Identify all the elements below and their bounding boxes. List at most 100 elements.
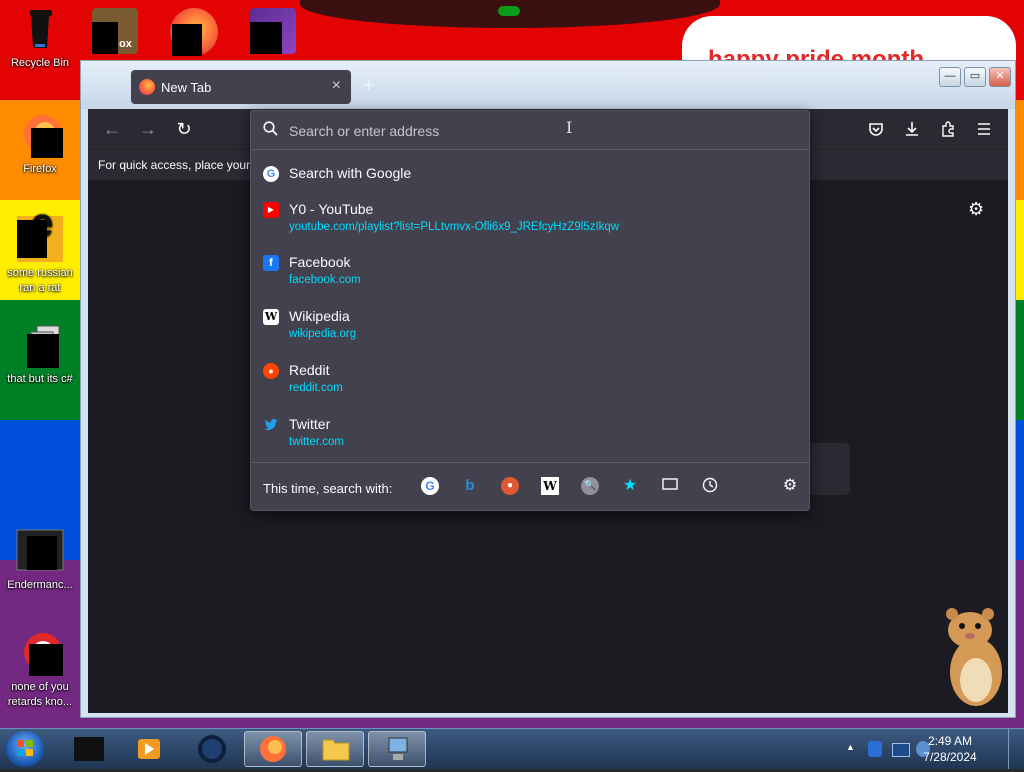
pocket-button[interactable] [864, 117, 888, 141]
history-icon[interactable] [701, 477, 719, 495]
clock[interactable]: 2:49 AM 7/28/2024 [920, 733, 980, 765]
start-button[interactable] [6, 731, 44, 767]
one-off-search-bar: This time, search with: G b ● W 🔍 ★ ⚙ [251, 462, 809, 511]
taskbar-app-recycle[interactable] [60, 731, 118, 767]
result-wikipedia[interactable]: W Wikipedia wikipedia.org [251, 308, 809, 347]
back-button[interactable]: ← [100, 117, 124, 141]
maximize-button[interactable]: ▭ [964, 67, 986, 87]
globe-icon [198, 735, 226, 763]
desktop-icon-none-of-you[interactable]: none of you retards kno... [0, 630, 80, 710]
result-facebook[interactable]: f Facebook facebook.com [251, 254, 809, 293]
show-hidden-icons-button[interactable]: ▲ [846, 742, 855, 752]
black-box-icon [74, 737, 104, 761]
firefox-icon [17, 112, 63, 158]
result-title: Wikipedia [289, 308, 350, 324]
wikipedia-icon[interactable]: W [541, 477, 559, 495]
taskbar-app-explorer[interactable] [306, 731, 364, 767]
taskbar-app-firefox[interactable] [244, 731, 302, 767]
desktop-icon-label: none of you retards kno... [7, 681, 73, 708]
opera-icon [17, 630, 63, 676]
desktop-icon-firefox[interactable]: Firefox [0, 112, 80, 177]
redaction-box [29, 644, 63, 676]
firefox-icon [139, 79, 155, 95]
downloads-button[interactable] [900, 117, 924, 141]
duckduckgo-icon[interactable]: ● [501, 477, 519, 495]
result-reddit[interactable]: ● Reddit reddit.com [251, 362, 809, 401]
computer-icon [388, 737, 408, 760]
redaction-box [92, 22, 118, 54]
facebook-icon: f [263, 255, 279, 271]
desktop-icon-partial-label: ox [119, 38, 132, 50]
result-twitter[interactable]: Twitter twitter.com [251, 416, 809, 455]
desktop-icon-hamster-app[interactable]: ox [92, 8, 138, 54]
result-search-google[interactable]: G Search with Google [251, 165, 809, 190]
tabs-icon[interactable] [661, 477, 679, 495]
one-off-search-label: This time, search with: [263, 481, 393, 496]
pocket-icon [869, 123, 883, 136]
window-caption-buttons: — ▭ ✕ [939, 67, 1011, 87]
tray-app-icon[interactable] [868, 741, 882, 757]
title-bar[interactable]: New Tab × + — ▭ ✕ [81, 61, 1015, 109]
result-url: facebook.com [289, 274, 361, 286]
desktop-icon-label: some russian ran a rat [7, 267, 73, 294]
newtab-tile[interactable] [808, 443, 850, 495]
new-tab-button[interactable]: + [363, 75, 375, 98]
desktop-icon-label: Firefox [23, 163, 57, 175]
windows-logo-icon [17, 740, 33, 756]
youtube-icon: ▶ [263, 202, 279, 218]
redaction-box [27, 536, 57, 570]
search-settings-gear-icon[interactable]: ⚙ [781, 477, 799, 495]
search-icon [263, 121, 278, 140]
folder-icon [322, 739, 350, 761]
bing-icon[interactable]: b [461, 477, 479, 495]
desktop-icon-russian-rat[interactable]: e some russian ran a rat [0, 203, 80, 296]
address-input[interactable] [287, 118, 791, 144]
desktop-icon-recycle-bin[interactable]: Recycle Bin [0, 6, 80, 71]
wallpaper-green-spot [498, 6, 520, 16]
reload-button[interactable]: ↻ [172, 117, 196, 141]
desktop-icon-endermanch[interactable]: Endermanc... [0, 528, 80, 593]
app-menu-button[interactable] [972, 117, 996, 141]
taskbar-app-media-player[interactable] [120, 731, 178, 767]
desktop-icon-visual-studio[interactable] [250, 8, 296, 54]
document-icon: e [17, 203, 63, 262]
desktop-icon-label: that but its c# [7, 373, 73, 385]
newtab-settings-gear-icon[interactable]: ⚙ [968, 199, 984, 220]
desktop-icon-browser[interactable] [170, 8, 218, 56]
result-title: Facebook [289, 254, 351, 270]
redaction-box [172, 24, 202, 56]
taskbar-app-globe[interactable] [182, 731, 240, 767]
stacked-windows-icon [17, 322, 63, 368]
redaction-box [17, 220, 47, 258]
reddit-icon: ● [263, 363, 279, 379]
show-desktop-button[interactable] [1008, 729, 1024, 769]
download-icon [906, 122, 918, 136]
network-icon[interactable] [892, 743, 910, 757]
bookmarks-star-icon[interactable]: ★ [621, 477, 639, 495]
close-window-button[interactable]: ✕ [989, 67, 1011, 87]
taskbar-app-network[interactable] [368, 731, 426, 767]
forward-button[interactable]: → [136, 117, 160, 141]
recycle-bin-icon [17, 6, 63, 52]
tab-title: New Tab [161, 80, 212, 95]
result-title: Reddit [289, 362, 330, 378]
hamburger-menu-icon [978, 123, 990, 135]
result-youtube[interactable]: ▶ Y0 - YouTube youtube.com/playlist?list… [251, 201, 809, 240]
result-url: reddit.com [289, 382, 343, 394]
clock-time: 2:49 AM [927, 734, 973, 748]
urlbar[interactable] [251, 111, 809, 150]
result-title: Search with Google [289, 165, 412, 181]
google-icon[interactable]: G [421, 477, 439, 495]
media-player-icon [138, 739, 160, 759]
wallpaper-dark-band [300, 0, 720, 28]
urlbar-dropdown: G Search with Google ▶ Y0 - YouTube yout… [250, 110, 810, 511]
wallpaper-right-stripes [1016, 80, 1024, 728]
search-engine-icon[interactable]: 🔍 [581, 477, 599, 495]
tab-new-tab[interactable]: New Tab × [131, 70, 351, 104]
desktop-icon-label: Recycle Bin [10, 57, 70, 69]
tab-close-icon[interactable]: × [332, 77, 341, 95]
extensions-button[interactable] [936, 117, 960, 141]
desktop-icon-csharp[interactable]: that but its c# [0, 322, 80, 387]
minimize-button[interactable]: — [939, 67, 961, 87]
result-url: youtube.com/playlist?list=PLLtvmvx-Ofli6… [289, 221, 620, 233]
